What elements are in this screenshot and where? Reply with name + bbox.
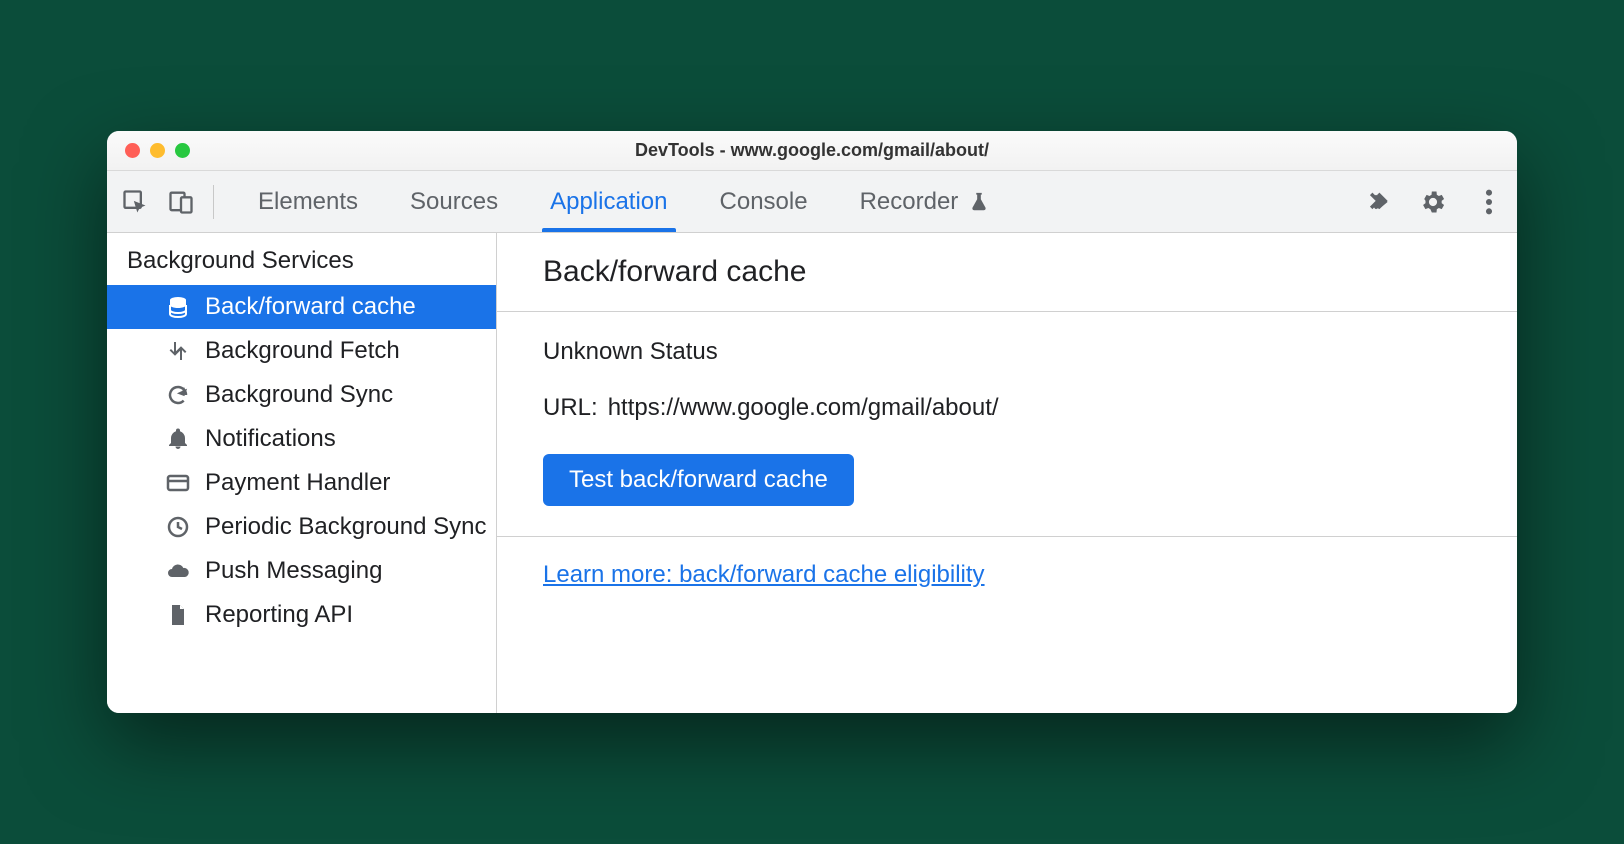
main-panel: Back/forward cache Unknown Status URL: h…	[497, 233, 1517, 713]
separator	[213, 185, 214, 219]
zoom-window-button[interactable]	[175, 143, 190, 158]
devtools-window: DevTools - www.google.com/gmail/about/ E…	[107, 131, 1517, 713]
tab-console[interactable]: Console	[694, 171, 834, 232]
tab-label: Recorder	[860, 188, 959, 216]
tab-label: Application	[550, 188, 667, 216]
device-toggle-icon[interactable]	[167, 188, 195, 216]
sidebar-item-notifications[interactable]: Notifications	[107, 417, 496, 461]
more-tabs-icon[interactable]	[1365, 188, 1391, 216]
sidebar-item-bfcache[interactable]: Back/forward cache	[107, 285, 496, 329]
sidebar-item-label: Periodic Background Sync	[205, 513, 486, 541]
sidebar: Background Services Back/forward cache B…	[107, 233, 497, 713]
card-icon	[165, 470, 191, 496]
tab-elements[interactable]: Elements	[232, 171, 384, 232]
sidebar-item-label: Back/forward cache	[205, 293, 416, 321]
flask-icon	[968, 191, 990, 213]
tab-application[interactable]: Application	[524, 171, 693, 232]
main-content: Unknown Status URL: https://www.google.c…	[497, 312, 1517, 537]
sidebar-item-label: Reporting API	[205, 601, 353, 629]
close-window-button[interactable]	[125, 143, 140, 158]
tab-recorder[interactable]: Recorder	[834, 171, 1017, 232]
clock-icon	[165, 514, 191, 540]
sidebar-item-periodic-sync[interactable]: Periodic Background Sync	[107, 505, 496, 549]
file-icon	[165, 602, 191, 628]
tab-label: Elements	[258, 188, 358, 216]
sidebar-item-push[interactable]: Push Messaging	[107, 549, 496, 593]
sidebar-item-label: Payment Handler	[205, 469, 390, 497]
gear-icon[interactable]	[1419, 188, 1447, 216]
sidebar-item-label: Background Fetch	[205, 337, 400, 365]
toolbar-left	[121, 188, 195, 216]
bell-icon	[165, 426, 191, 452]
status-text: Unknown Status	[543, 338, 1471, 366]
minimize-window-button[interactable]	[150, 143, 165, 158]
panel-body: Background Services Back/forward cache B…	[107, 233, 1517, 713]
url-label: URL:	[543, 394, 598, 422]
panel-tabs: Elements Sources Application Console Rec…	[232, 171, 1016, 232]
fetch-icon	[165, 338, 191, 364]
toolbar: Elements Sources Application Console Rec…	[107, 171, 1517, 233]
titlebar: DevTools - www.google.com/gmail/about/	[107, 131, 1517, 171]
sidebar-section-title: Background Services	[107, 233, 496, 285]
sidebar-item-bg-fetch[interactable]: Background Fetch	[107, 329, 496, 373]
learn-more-link[interactable]: Learn more: back/forward cache eligibili…	[543, 561, 985, 588]
window-title: DevTools - www.google.com/gmail/about/	[107, 140, 1517, 161]
sidebar-item-bg-sync[interactable]: Background Sync	[107, 373, 496, 417]
sidebar-item-label: Push Messaging	[205, 557, 382, 585]
test-bfcache-button[interactable]: Test back/forward cache	[543, 454, 854, 506]
inspect-icon[interactable]	[121, 188, 149, 216]
cloud-icon	[165, 558, 191, 584]
tab-label: Console	[720, 188, 808, 216]
database-icon	[165, 294, 191, 320]
kebab-menu-icon[interactable]	[1475, 188, 1503, 216]
tab-label: Sources	[410, 188, 498, 216]
window-controls	[107, 143, 190, 158]
sidebar-item-label: Notifications	[205, 425, 336, 453]
sidebar-item-payment[interactable]: Payment Handler	[107, 461, 496, 505]
url-row: URL: https://www.google.com/gmail/about/	[543, 394, 1471, 422]
tab-sources[interactable]: Sources	[384, 171, 524, 232]
sync-icon	[165, 382, 191, 408]
sidebar-item-label: Background Sync	[205, 381, 393, 409]
toolbar-right	[1365, 188, 1503, 216]
main-footer: Learn more: back/forward cache eligibili…	[497, 537, 1517, 613]
page-title: Back/forward cache	[497, 233, 1517, 312]
sidebar-item-reporting[interactable]: Reporting API	[107, 593, 496, 637]
url-value: https://www.google.com/gmail/about/	[608, 394, 999, 422]
